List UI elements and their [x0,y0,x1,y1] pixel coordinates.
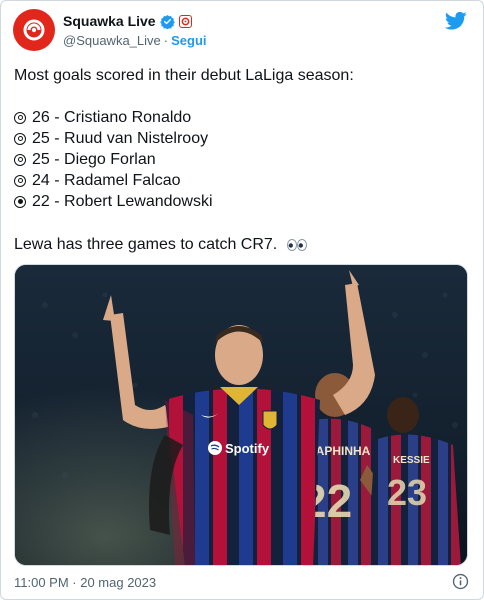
tweet-header: Squawka Live @Squawka_Live · Segui [13,9,471,53]
list-item: 26 - Cristiano Ronaldo [14,107,469,128]
list-item-text: 26 - Cristiano Ronaldo [32,109,192,126]
tweet-photo[interactable]: RAPHINHA 22 KESSIE 23 Spotify [14,264,468,566]
list-item-text: 25 - Diego Forlan [32,151,156,168]
follow-button[interactable]: Segui [171,33,206,48]
radio-bullet-filled-icon [14,195,26,208]
goals-list: 26 - Cristiano Ronaldo 25 - Ruud van Nis… [14,107,469,212]
outro-text: Lewa has three games to catch CR7. [14,236,278,253]
verified-badge-icon [159,14,175,29]
twitter-bird-icon[interactable] [445,11,467,31]
tweet-timestamp[interactable]: 11:00 PM · 20 mag 2023 [14,575,156,590]
eyes-emoji-icon [286,238,307,251]
handle[interactable]: @Squawka_Live [63,33,161,48]
info-icon[interactable] [452,573,469,590]
list-item: 24 - Radamel Falcao [14,170,469,191]
list-item-text: 24 - Radamel Falcao [32,172,181,189]
list-item-text: 25 - Ruud van Nistelrooy [32,130,209,147]
photo-lewandowski-celebration: RAPHINHA 22 KESSIE 23 Spotify [15,265,467,565]
brand-badge-icon [178,14,192,28]
sponsor-text: Spotify [225,441,270,456]
list-item-text: 22 - Robert Lewandowski [32,193,213,210]
jersey-name-kessie: KESSIE [393,455,430,466]
radio-bullet-icon [14,111,26,124]
list-item: 25 - Diego Forlan [14,149,469,170]
radio-bullet-icon [14,132,26,145]
list-item: 25 - Ruud van Nistelrooy [14,128,469,149]
author-names: Squawka Live @Squawka_Live · Segui [63,12,207,48]
radio-bullet-icon [14,153,26,166]
jersey-number-kessie: 23 [387,472,427,513]
spotify-sponsor: Spotify [208,441,270,456]
display-name[interactable]: Squawka Live [63,13,156,29]
avatar[interactable] [13,9,55,51]
list-item: 22 - Robert Lewandowski [14,191,469,212]
separator: · [163,33,169,48]
tweet-card: Squawka Live @Squawka_Live · Segui Most … [0,0,484,600]
radio-bullet-icon [14,174,26,187]
tweet-outro: Lewa has three games to catch CR7. [14,234,469,255]
squawka-logo-icon [23,19,45,41]
tweet-intro: Most goals scored in their debut LaLiga … [14,67,354,84]
tweet-footer: 11:00 PM · 20 mag 2023 [14,572,469,592]
